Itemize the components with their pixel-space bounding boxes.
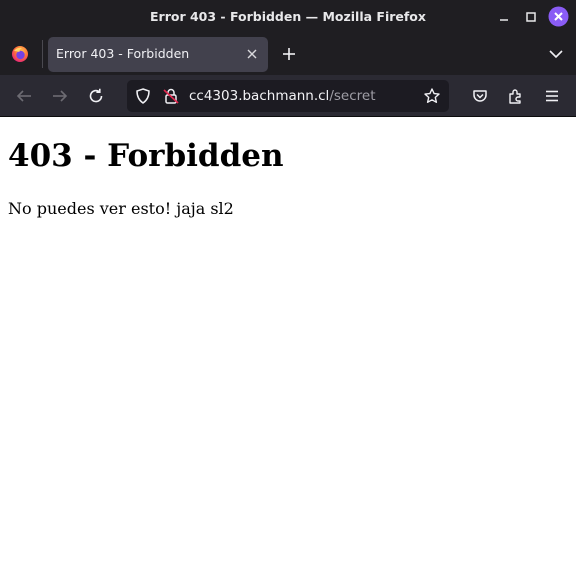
url-path: /secret	[329, 88, 376, 104]
page-message: No puedes ver esto! jaja sl2	[8, 199, 234, 218]
firefox-logo-icon[interactable]	[11, 45, 29, 63]
close-icon[interactable]	[548, 6, 569, 27]
pocket-icon[interactable]	[471, 87, 489, 105]
tab-divider	[42, 40, 43, 68]
forward-arrow-icon[interactable]	[51, 87, 69, 105]
insecure-lock-icon[interactable]	[162, 87, 180, 105]
back-arrow-icon[interactable]	[15, 87, 33, 105]
extensions-icon[interactable]	[507, 87, 525, 105]
url-bar[interactable]: cc4303.bachmann.cl/secret	[127, 80, 449, 112]
tab-active[interactable]: Error 403 - Forbidden	[48, 37, 268, 72]
url-host: cc4303.bachmann.cl	[189, 88, 330, 104]
window-title: Error 403 - Forbidden — Mozilla Firefox	[150, 9, 426, 24]
maximize-icon[interactable]	[521, 7, 541, 27]
url-text[interactable]: cc4303.bachmann.cl/secret	[189, 88, 376, 104]
page-content: 403 - Forbidden No puedes ver esto! jaja…	[0, 118, 576, 576]
tab-close-icon[interactable]	[245, 47, 259, 61]
minimize-icon[interactable]	[494, 7, 514, 27]
tab-list-chevron-icon[interactable]	[547, 45, 565, 63]
page-heading: 403 - Forbidden	[8, 138, 284, 174]
menu-icon[interactable]	[543, 87, 561, 105]
new-tab-icon[interactable]	[280, 45, 298, 63]
bookmark-star-icon[interactable]	[423, 87, 441, 105]
reload-icon[interactable]	[87, 87, 105, 105]
window-titlebar: Error 403 - Forbidden — Mozilla Firefox	[0, 0, 576, 34]
tab-label: Error 403 - Forbidden	[56, 46, 190, 61]
tracking-shield-icon[interactable]	[134, 87, 152, 105]
